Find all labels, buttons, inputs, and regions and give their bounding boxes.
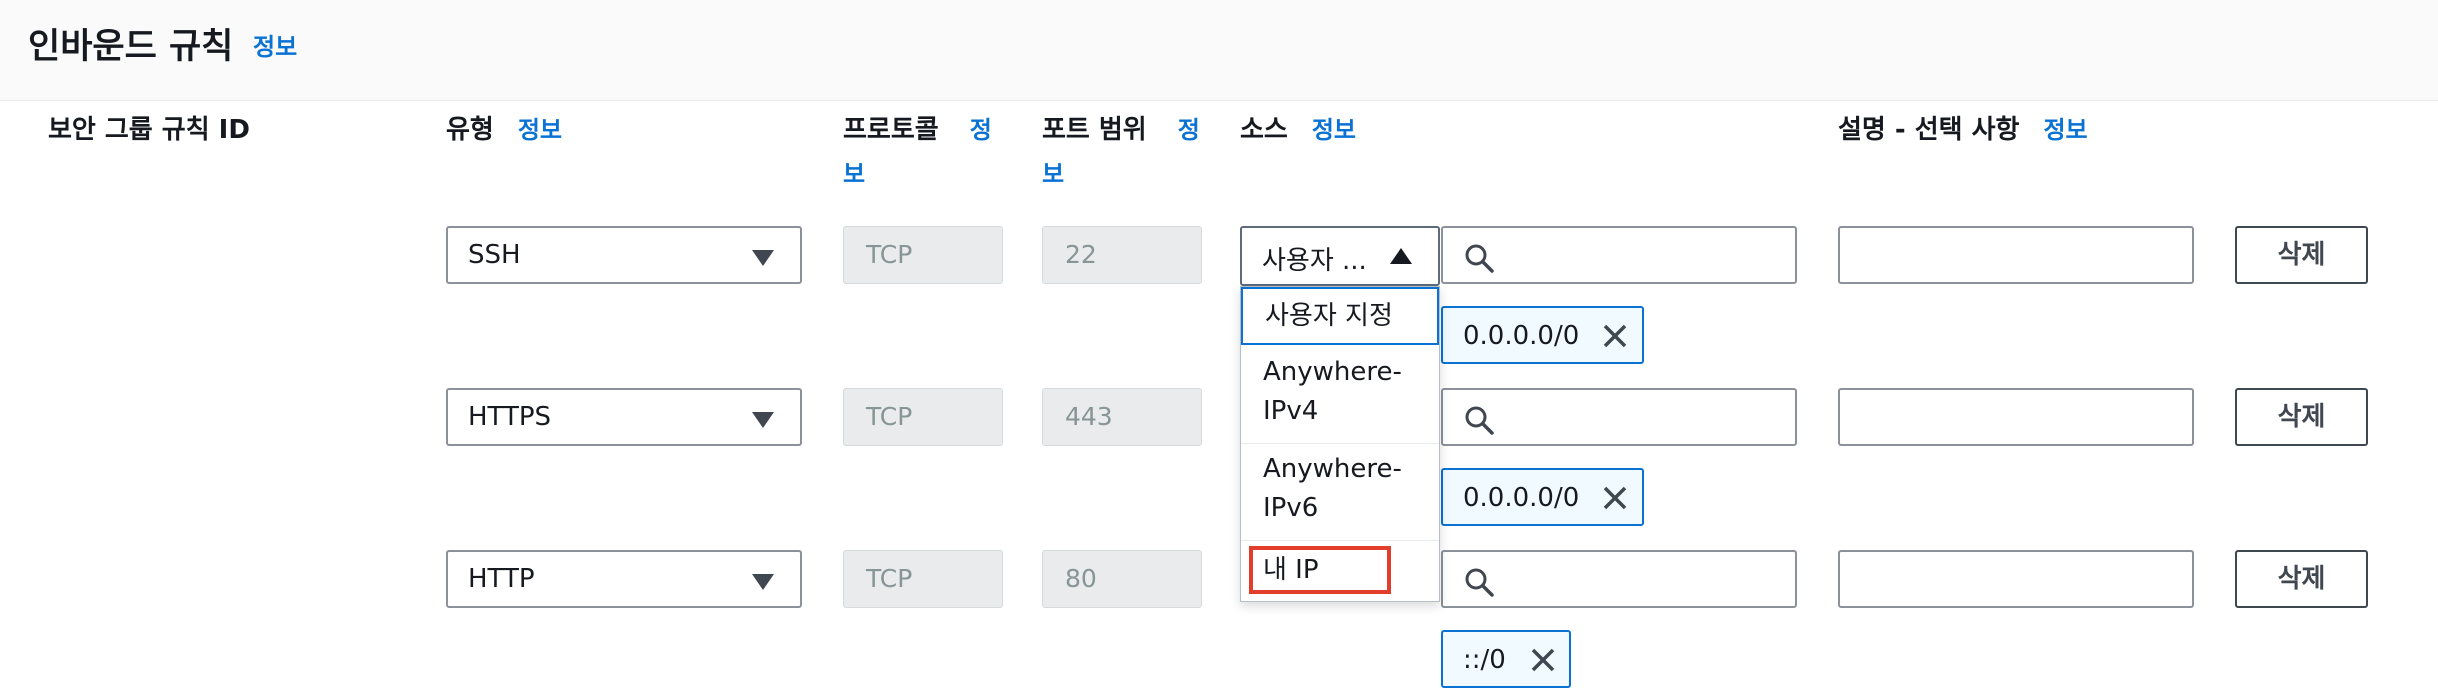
- source-option-anywhere-ipv6[interactable]: Anywhere-IPv6: [1241, 450, 1439, 528]
- type-select-value: HTTP: [468, 564, 535, 594]
- column-header-description-label: 설명 - 선택 사항: [1838, 115, 2020, 145]
- delete-button[interactable]: 삭제: [2235, 388, 2368, 446]
- header-info-link[interactable]: 정보: [253, 27, 297, 62]
- description-input[interactable]: [1838, 388, 2194, 446]
- protocol-value: TCP: [866, 402, 913, 431]
- port-range-field: 80: [1042, 550, 1202, 608]
- close-icon[interactable]: [1601, 322, 1629, 350]
- type-select[interactable]: HTTP: [446, 550, 802, 608]
- source-select[interactable]: 사용자 ...: [1240, 226, 1440, 286]
- port-range-field: 22: [1042, 226, 1202, 284]
- protocol-info-link-b[interactable]: 보: [843, 160, 865, 188]
- search-icon: [1465, 244, 1494, 273]
- token-value: 0.0.0.0/0: [1463, 483, 1580, 513]
- search-icon: [1465, 568, 1494, 597]
- protocol-value: TCP: [866, 564, 913, 593]
- port-info-link-a[interactable]: 정: [1178, 116, 1200, 144]
- token-value: 0.0.0.0/0: [1463, 321, 1580, 351]
- port-value: 443: [1065, 402, 1113, 431]
- option-divider: [1241, 443, 1439, 444]
- column-header-protocol: 프로토콜 정 보: [843, 108, 1003, 196]
- description-input[interactable]: [1838, 226, 2194, 284]
- source-option-custom[interactable]: 사용자 지정: [1241, 287, 1439, 345]
- section-header: 인바운드 규칙 정보: [0, 0, 2438, 101]
- source-select-value: 사용자 ...: [1262, 246, 1367, 276]
- close-icon[interactable]: [1601, 484, 1629, 512]
- caret-down-icon: [752, 250, 774, 266]
- token-value: ::/0: [1463, 645, 1506, 675]
- type-info-link[interactable]: 정보: [518, 116, 562, 144]
- port-info-link-b[interactable]: 보: [1042, 160, 1064, 188]
- source-search-input[interactable]: [1441, 550, 1797, 608]
- column-header-rule-id: 보안 그룹 규칙 ID: [48, 115, 250, 145]
- column-header-source: 소스 정보: [1240, 108, 1356, 152]
- port-value: 22: [1065, 240, 1097, 269]
- type-select-value: SSH: [468, 240, 521, 270]
- source-cidr-token: 0.0.0.0/0: [1441, 306, 1644, 364]
- type-select-value: HTTPS: [468, 402, 552, 432]
- port-value: 80: [1065, 564, 1097, 593]
- protocol-field: TCP: [843, 388, 1003, 446]
- source-cidr-token: 0.0.0.0/0: [1441, 468, 1644, 526]
- option-divider: [1241, 540, 1439, 541]
- column-header-port-range: 포트 범위 정 보: [1042, 108, 1212, 196]
- column-header-description: 설명 - 선택 사항 정보: [1838, 108, 2088, 152]
- description-info-link[interactable]: 정보: [2043, 116, 2087, 144]
- description-input[interactable]: [1838, 550, 2194, 608]
- protocol-field: TCP: [843, 226, 1003, 284]
- column-header-protocol-label: 프로토콜: [843, 115, 939, 145]
- caret-up-icon: [1390, 248, 1412, 264]
- delete-button[interactable]: 삭제: [2235, 226, 2368, 284]
- column-header-type-label: 유형: [446, 115, 494, 145]
- source-search-input[interactable]: [1441, 226, 1797, 284]
- close-icon[interactable]: [1529, 646, 1557, 674]
- caret-down-icon: [752, 574, 774, 590]
- type-select[interactable]: SSH: [446, 226, 802, 284]
- source-dropdown-menu: 사용자 지정 Anywhere-IPv4 Anywhere-IPv6 내 IP: [1240, 286, 1440, 602]
- port-range-field: 443: [1042, 388, 1202, 446]
- protocol-field: TCP: [843, 550, 1003, 608]
- protocol-value: TCP: [866, 240, 913, 269]
- search-icon: [1465, 406, 1494, 435]
- my-ip-highlight-box: [1249, 546, 1391, 594]
- source-search-input[interactable]: [1441, 388, 1797, 446]
- source-option-anywhere-ipv4[interactable]: Anywhere-IPv4: [1241, 353, 1439, 431]
- delete-button[interactable]: 삭제: [2235, 550, 2368, 608]
- column-header-source-label: 소스: [1240, 115, 1288, 145]
- source-cidr-token: ::/0: [1441, 630, 1571, 688]
- section-title: 인바운드 규칙: [28, 27, 234, 67]
- caret-down-icon: [752, 412, 774, 428]
- type-select[interactable]: HTTPS: [446, 388, 802, 446]
- column-header-type: 유형 정보: [446, 108, 562, 152]
- protocol-info-link-a[interactable]: 정: [970, 116, 992, 144]
- column-header-port-label: 포트 범위: [1042, 115, 1147, 145]
- source-info-link[interactable]: 정보: [1312, 116, 1356, 144]
